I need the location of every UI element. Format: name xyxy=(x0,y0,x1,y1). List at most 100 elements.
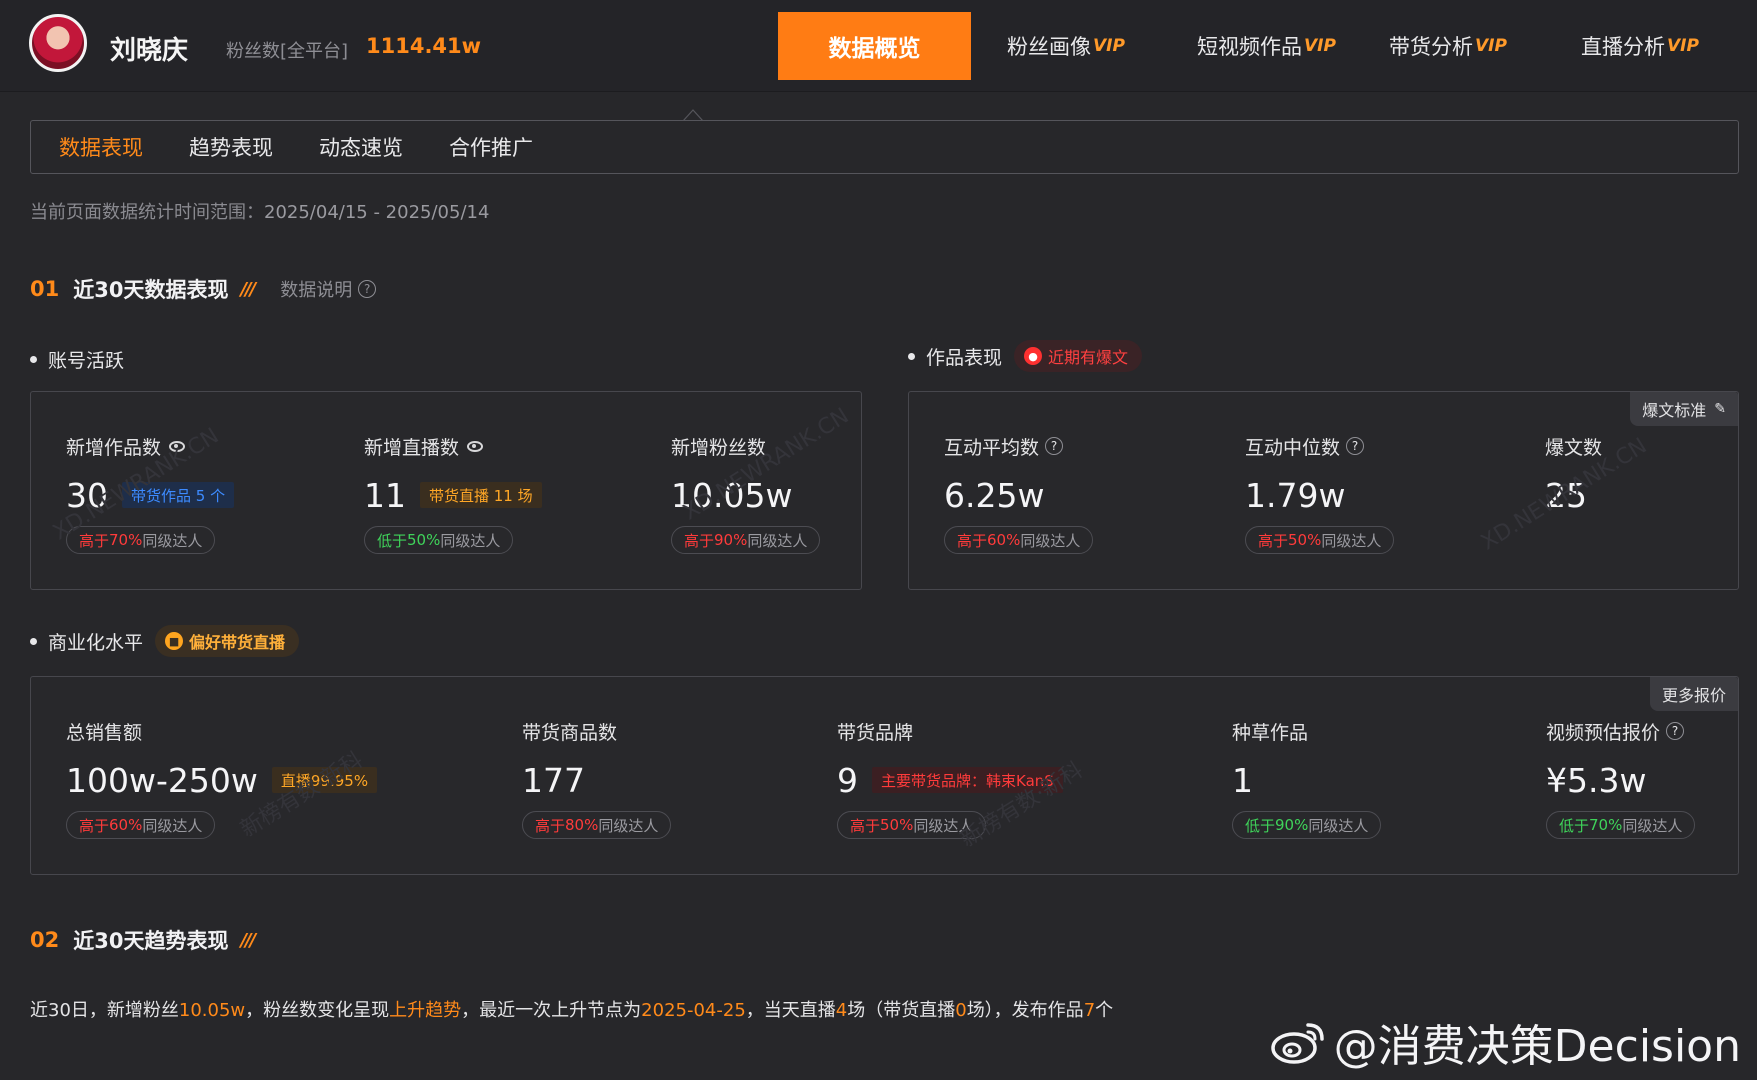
help-icon[interactable]: ? xyxy=(1045,437,1064,455)
metric-product-count: 带货商品数 177 高于 80% 同级达人 xyxy=(522,719,672,839)
nav-label: 数据概览 xyxy=(828,36,921,62)
metric-label: 新增粉丝数 xyxy=(671,436,767,459)
summary-text: ，粉丝数变化呈现 xyxy=(245,1000,390,1021)
compare-suffix: 同级达人 xyxy=(1308,816,1369,835)
eye-icon[interactable] xyxy=(169,440,186,452)
nav-live-analysis[interactable]: 直播分析 VIP xyxy=(1555,12,1747,80)
compare-pct: 50% xyxy=(1288,531,1322,549)
date-range-value: 2025/04/15 - 2025/05/14 xyxy=(264,202,490,223)
metric-label: 总销售额 xyxy=(66,721,143,744)
peer-compare: 高于 60% 同级达人 xyxy=(66,811,216,839)
help-icon[interactable]: ? xyxy=(1666,722,1685,740)
weibo-watermark: @消费决策Decision xyxy=(1270,1010,1741,1074)
help-icon[interactable]: ? xyxy=(1346,437,1365,455)
metric-value: 10.05w xyxy=(671,475,793,515)
compare-suffix: 同级达人 xyxy=(598,816,659,835)
edit-icon: ✎ xyxy=(1714,401,1726,417)
account-activity-title: 账号活跃 xyxy=(30,346,124,373)
compare-direction: 高于 xyxy=(535,816,566,835)
slash-deco-icon: /// xyxy=(240,929,256,951)
metric-label: 新增直播数 xyxy=(364,434,542,459)
peer-compare: 高于 50% 同级达人 xyxy=(837,811,987,839)
hit-standard-button[interactable]: 爆文标准 ✎ xyxy=(1630,392,1738,426)
corner-label: 更多报价 xyxy=(1661,686,1726,705)
section-1-title: 01 近30天数据表现 /// 数据说明? xyxy=(30,274,377,304)
compare-suffix: 同级达人 xyxy=(142,531,203,550)
vip-badge: VIP xyxy=(1093,36,1125,56)
more-quotes-button[interactable]: 更多报价 xyxy=(1649,677,1738,711)
prefer-live-label: 偏好带货直播 xyxy=(189,633,286,652)
bullet-icon xyxy=(30,637,37,645)
compare-pct: 50% xyxy=(407,531,441,549)
eye-icon[interactable] xyxy=(467,440,484,452)
nav-short-video[interactable]: 短视频作品 VIP xyxy=(1171,12,1363,80)
summary-live-count: 4 xyxy=(835,1000,848,1021)
peer-compare: 高于 60% 同级达人 xyxy=(944,526,1094,554)
fire-icon: ● xyxy=(1024,347,1043,365)
nav-data-overview[interactable]: 数据概览 xyxy=(778,12,971,80)
section-number: 02 xyxy=(30,928,60,952)
metric-value: 100w-250w xyxy=(66,760,258,800)
metric-new-fans: 新增粉丝数 10.05w 高于 90% 同级达人 xyxy=(671,434,821,554)
nav-sales-analysis[interactable]: 带货分析 VIP xyxy=(1363,12,1555,80)
summary-text: 近30日，新增粉丝 xyxy=(30,1000,179,1021)
section-2-title: 02 近30天趋势表现 /// xyxy=(30,925,256,955)
section-number: 01 xyxy=(30,277,60,301)
tab-data-performance[interactable]: 数据表现 xyxy=(59,132,143,162)
sub-title-text: 商业化水平 xyxy=(48,631,144,654)
peer-compare: 低于 90% 同级达人 xyxy=(1232,811,1382,839)
compare-direction: 低于 xyxy=(377,531,408,550)
works-performance-card: 爆文标准 ✎ 互动平均数? 6.25w 高于 60% 同级达人 互动中位数? 1.79… xyxy=(908,391,1739,590)
help-icon: ? xyxy=(358,280,377,298)
tab-pointer-icon xyxy=(683,109,703,121)
metric-value: 1 xyxy=(1232,760,1253,800)
sales-live-badge: 带货直播 11 场 xyxy=(420,482,542,508)
summary-text: 个 xyxy=(1095,1000,1114,1021)
summary-text: 场（带货直播 xyxy=(847,1000,956,1021)
compare-direction: 高于 xyxy=(684,531,715,550)
metric-value: 30 xyxy=(66,475,108,515)
metric-label: 带货品牌 xyxy=(837,721,914,744)
summary-trend: 上升趋势 xyxy=(389,1000,462,1021)
compare-direction: 高于 xyxy=(79,531,110,550)
metric-median-interaction: 互动中位数? 1.79w 高于 50% 同级达人 xyxy=(1245,434,1395,554)
peer-compare: 低于 50% 同级达人 xyxy=(364,526,514,554)
data-explain-link[interactable]: 数据说明? xyxy=(280,276,377,302)
tab-cooperation[interactable]: 合作推广 xyxy=(449,132,533,162)
avatar[interactable] xyxy=(29,14,87,72)
compare-direction: 高于 xyxy=(850,816,881,835)
peer-compare: 高于 90% 同级达人 xyxy=(671,526,821,554)
metric-avg-interaction: 互动平均数? 6.25w 高于 60% 同级达人 xyxy=(944,434,1094,554)
metric-label-text: 新增直播数 xyxy=(364,436,460,459)
bullet-icon xyxy=(908,352,915,360)
nav-label: 直播分析 xyxy=(1581,35,1665,59)
nav-label: 短视频作品 xyxy=(1197,35,1302,59)
sales-works-badge: 带货作品 5 个 xyxy=(122,482,235,508)
compare-pct: 90% xyxy=(714,531,748,549)
compare-pct: 50% xyxy=(880,816,914,834)
compare-direction: 低于 xyxy=(1245,816,1276,835)
metric-value: 9 xyxy=(837,760,858,800)
main-brand-badge: 主要带货品牌：韩束KanS xyxy=(872,767,1063,793)
summary-works-count: 7 xyxy=(1083,1000,1096,1021)
sub-tabs: 数据表现 趋势表现 动态速览 合作推广 xyxy=(30,120,1739,174)
metric-seeding-works: 种草作品 1 低于 90% 同级达人 xyxy=(1232,719,1382,839)
tab-trend[interactable]: 趋势表现 xyxy=(189,132,273,162)
compare-direction: 高于 xyxy=(79,816,110,835)
main-nav: 数据概览 粉丝画像 VIP 短视频作品 VIP 带货分析 VIP 直播分析 VIP xyxy=(778,12,1747,80)
compare-pct: 80% xyxy=(565,816,599,834)
compare-direction: 高于 xyxy=(1258,531,1289,550)
works-performance-title: 作品表现 ● 近期有爆文 xyxy=(908,340,1143,372)
commerce-level-card: 更多报价 总销售额 100w-250w 直播99.95% 高于 60% 同级达人 带货… xyxy=(30,676,1739,875)
date-range: 当前页面数据统计时间范围：2025/04/15 - 2025/05/14 xyxy=(30,198,489,224)
compare-pct: 70% xyxy=(1589,816,1623,834)
slash-deco-icon: /// xyxy=(240,278,256,300)
vip-badge: VIP xyxy=(1304,36,1336,56)
metric-label-text: 互动平均数 xyxy=(944,436,1040,459)
tab-dynamic[interactable]: 动态速览 xyxy=(319,132,403,162)
nav-fan-profile[interactable]: 粉丝画像 VIP xyxy=(981,12,1171,80)
corner-label: 爆文标准 xyxy=(1642,401,1707,420)
trend-summary: 近30日，新增粉丝10.05w，粉丝数变化呈现上升趋势，最近一次上升节点为202… xyxy=(30,996,1113,1022)
summary-text: 场），发布作品 xyxy=(966,1000,1084,1021)
weibo-icon xyxy=(1270,1023,1324,1064)
